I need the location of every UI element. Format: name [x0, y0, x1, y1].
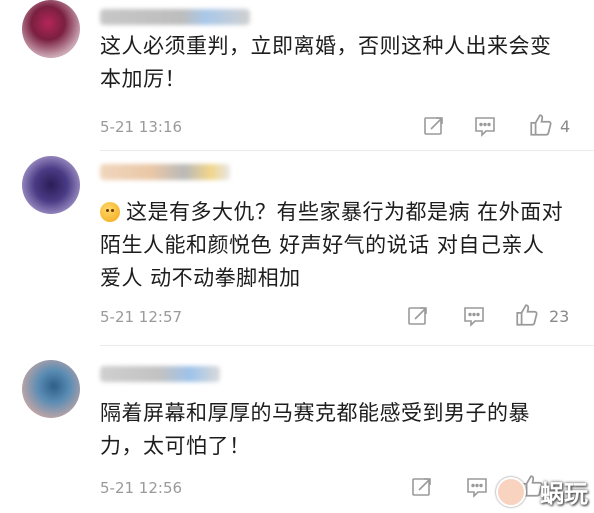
upside-down-face-icon [100, 202, 120, 222]
comment-time: 5-21 12:57 [100, 308, 183, 326]
avatar[interactable] [22, 0, 80, 58]
watermark-logo-icon [496, 477, 526, 507]
comment-text: 这是有多大仇？有些家暴行为都是病 在外面对陌生人能和颜悦色 好声好气的说话 对自… [100, 200, 564, 290]
like-icon[interactable] [514, 302, 540, 328]
divider [100, 150, 594, 151]
comment-icon[interactable] [462, 304, 486, 328]
comment-text: 这人必须重判，立即离婚，否则这种人出来会变本加厉！ [100, 34, 552, 91]
share-icon[interactable] [410, 475, 434, 499]
like-count: 4 [560, 117, 571, 136]
username-blurred[interactable] [100, 164, 230, 180]
comment-time: 5-21 13:16 [100, 118, 183, 136]
comment-time: 5-21 12:56 [100, 479, 183, 497]
like-icon[interactable] [528, 112, 554, 138]
comment-text: 隔着屏幕和厚厚的马赛克都能感受到男子的暴力，太可怕了！ [100, 401, 530, 458]
comment-icon[interactable] [465, 475, 489, 499]
avatar[interactable] [22, 156, 80, 214]
share-icon[interactable] [406, 304, 430, 328]
divider [100, 345, 594, 346]
like-count: 23 [549, 307, 570, 326]
username-blurred[interactable] [100, 366, 220, 382]
comment-icon[interactable] [473, 114, 497, 138]
username-blurred[interactable] [100, 9, 250, 25]
watermark: 蜗玩 [540, 480, 588, 508]
share-icon[interactable] [422, 114, 446, 138]
avatar[interactable] [22, 360, 80, 418]
